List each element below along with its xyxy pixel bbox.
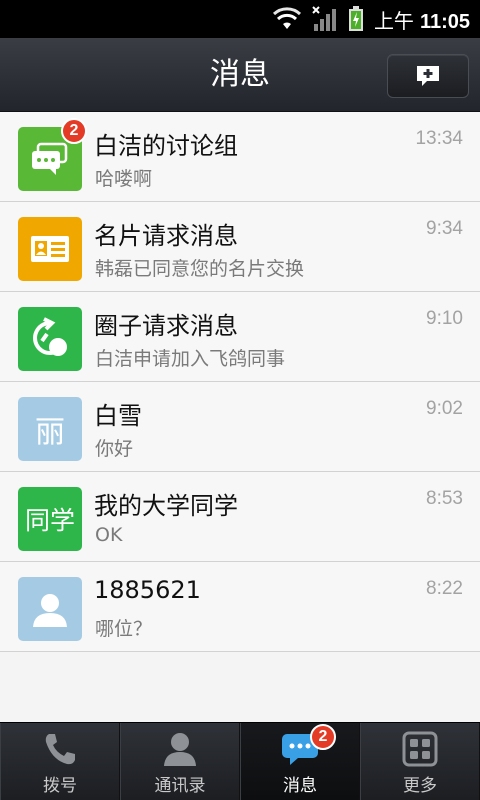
message-time: 8:53 xyxy=(426,488,463,509)
avatar xyxy=(18,577,82,641)
list-item[interactable]: 丽 白雪 你好 9:02 xyxy=(0,382,480,472)
message-list: 2 白洁的讨论组 哈喽啊 13:34 名片请求消息 韩磊已同意您的名片交换 9:… xyxy=(0,112,480,652)
nav-item-more[interactable]: 更多 xyxy=(360,723,480,800)
nav-label: 消息 xyxy=(283,776,317,796)
business-card-icon xyxy=(31,236,69,262)
list-item[interactable]: 名片请求消息 韩磊已同意您的名片交换 9:34 xyxy=(0,202,480,292)
list-item[interactable]: 2 白洁的讨论组 哈喽啊 13:34 xyxy=(0,112,480,202)
nav-label: 拨号 xyxy=(43,776,77,796)
status-clock: 上午 11:05 xyxy=(374,5,470,34)
status-bar: 上午 11:05 xyxy=(0,0,480,38)
avatar xyxy=(18,307,82,371)
person-icon xyxy=(33,594,67,627)
nav-item-messages[interactable]: 2 消息 xyxy=(240,723,360,800)
bottom-nav: 拨号 通讯录 2 消息 更多 xyxy=(0,722,480,800)
message-preview: 你好 xyxy=(95,438,134,460)
message-preview: 白洁申请加入飞鸽同事 xyxy=(95,348,286,370)
new-message-icon xyxy=(417,66,439,86)
message-name: 名片请求消息 xyxy=(94,222,238,250)
nav-unread-badge: 2 xyxy=(310,724,336,750)
message-name: 1885621 xyxy=(94,576,201,604)
wifi-icon xyxy=(272,7,301,29)
compose-button[interactable] xyxy=(387,54,469,98)
header: 消息 xyxy=(0,38,480,112)
message-preview: OK xyxy=(95,524,123,546)
grid-icon xyxy=(400,731,440,767)
nav-label: 更多 xyxy=(403,776,437,796)
clock-period: 上午 xyxy=(373,10,414,33)
message-preview: 韩磊已同意您的名片交换 xyxy=(95,258,305,280)
message-name: 白洁的讨论组 xyxy=(94,132,238,160)
message-name: 我的大学同学 xyxy=(94,492,238,520)
list-item[interactable]: 1885621 哪位？ 8:22 xyxy=(0,562,480,652)
list-item[interactable]: 圈子请求消息 白洁申请加入飞鸽同事 9:10 xyxy=(0,292,480,382)
message-preview: 哪位？ xyxy=(95,618,153,640)
circle-group-icon xyxy=(33,317,67,356)
signal-icon xyxy=(312,6,336,31)
message-preview: 哈喽啊 xyxy=(95,168,153,190)
avatar xyxy=(18,217,82,281)
message-time: 9:34 xyxy=(426,218,463,239)
avatar: 同学 xyxy=(18,487,82,551)
nav-item-dial[interactable]: 拨号 xyxy=(0,723,120,800)
contacts-icon xyxy=(160,731,200,767)
message-time: 9:02 xyxy=(426,398,463,419)
chat-group-icon xyxy=(32,142,68,175)
message-time: 13:34 xyxy=(415,128,463,149)
message-name: 圈子请求消息 xyxy=(94,312,238,340)
battery-charging-icon xyxy=(348,6,363,31)
nav-label: 通讯录 xyxy=(154,776,206,796)
message-name: 白雪 xyxy=(94,402,142,430)
unread-badge: 2 xyxy=(61,118,87,144)
list-item[interactable]: 同学 我的大学同学 OK 8:53 xyxy=(0,472,480,562)
message-time: 8:22 xyxy=(426,578,463,599)
avatar: 丽 xyxy=(18,397,82,461)
clock-time: 11:05 xyxy=(419,10,470,33)
nav-item-contacts[interactable]: 通讯录 xyxy=(120,723,240,800)
message-time: 9:10 xyxy=(426,308,463,329)
phone-icon xyxy=(40,731,80,767)
